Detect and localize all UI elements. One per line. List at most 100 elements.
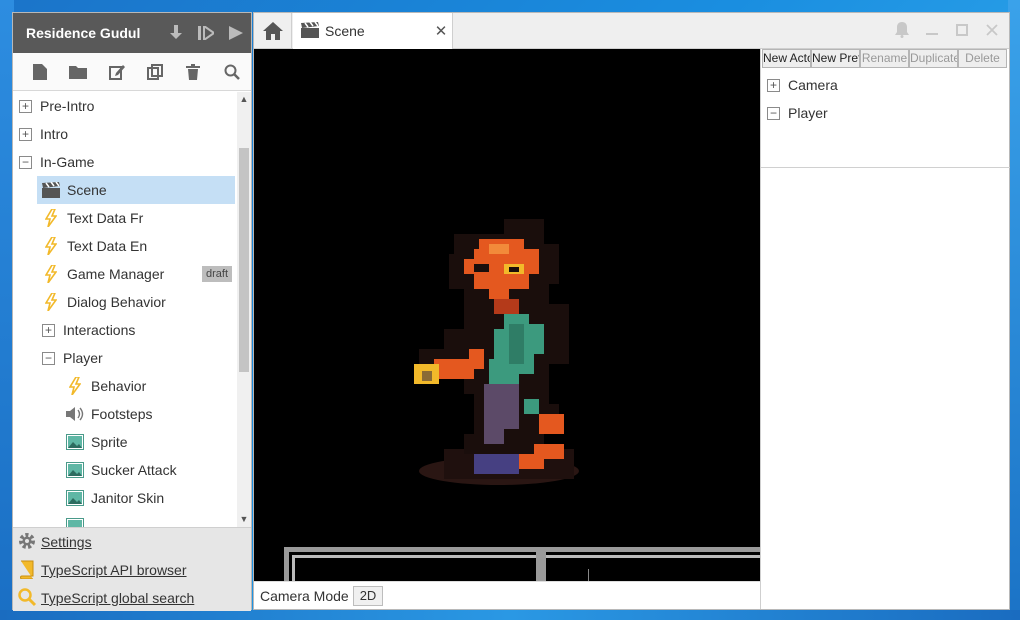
new-asset-icon[interactable] xyxy=(21,56,59,88)
trash-icon[interactable] xyxy=(174,56,212,88)
new-actor-button[interactable]: New Actor xyxy=(762,49,811,68)
image-icon xyxy=(65,460,85,480)
global-search-link[interactable]: TypeScript global search xyxy=(13,584,251,612)
expand-icon[interactable]: + xyxy=(19,127,32,141)
tab-scene[interactable]: Scene ✕ xyxy=(293,13,453,49)
minimize-icon[interactable] xyxy=(921,19,943,41)
player-sprite xyxy=(414,219,579,485)
scene-hierarchy: New Actor New Prefab Rename Duplicate De… xyxy=(760,49,1010,609)
image-icon xyxy=(65,488,85,508)
scroll-up-icon[interactable]: ▲ xyxy=(239,94,249,108)
tree-item-behavior[interactable]: Behavior xyxy=(13,372,253,400)
new-prefab-button[interactable]: New Prefab xyxy=(811,49,860,68)
global-search-label[interactable]: TypeScript global search xyxy=(41,590,194,606)
scroll-down-icon[interactable]: ▼ xyxy=(239,514,249,528)
step-run-icon[interactable] xyxy=(191,13,221,53)
tree-item-partial[interactable] xyxy=(13,512,253,528)
camera-frame-inner xyxy=(292,555,760,581)
delete-button[interactable]: Delete xyxy=(958,49,1007,68)
gear-icon xyxy=(17,531,37,554)
api-browser-link[interactable]: TypeScript API browser xyxy=(13,556,251,584)
asset-tree: + Pre-Intro + Intro − In-Game Scene Text… xyxy=(13,92,253,528)
tree-item-label: Sucker Attack xyxy=(91,462,177,478)
api-browser-label[interactable]: TypeScript API browser xyxy=(41,562,187,578)
project-title: Residence Gudul xyxy=(26,25,141,41)
actor-camera[interactable]: + Camera xyxy=(761,71,1009,99)
book-icon xyxy=(17,559,37,582)
new-folder-icon[interactable] xyxy=(59,56,97,88)
search-icon[interactable] xyxy=(213,56,251,88)
project-toolbar xyxy=(13,53,251,91)
actor-player[interactable]: − Player xyxy=(761,99,1009,127)
tree-item-label: Game Manager xyxy=(67,266,165,282)
settings-link-label[interactable]: Settings xyxy=(41,534,92,550)
settings-link[interactable]: Settings xyxy=(13,528,251,556)
tree-item-label: Sprite xyxy=(91,434,128,450)
lightning-icon xyxy=(41,264,61,284)
scene-viewport[interactable] xyxy=(254,49,760,581)
lightning-icon xyxy=(41,236,61,256)
tree-item-pre-intro[interactable]: + Pre-Intro xyxy=(13,92,253,120)
lightning-icon xyxy=(41,292,61,312)
bell-icon[interactable] xyxy=(891,19,913,41)
magnifier-icon xyxy=(17,587,37,610)
tree-item-in-game[interactable]: − In-Game xyxy=(13,148,253,176)
rename-icon[interactable] xyxy=(98,56,136,88)
expand-icon[interactable]: + xyxy=(767,78,780,92)
camera-center-marker xyxy=(536,547,546,581)
hierarchy-toolbar: New Actor New Prefab Rename Duplicate De… xyxy=(761,49,1009,69)
bottom-links: Settings TypeScript API browser TypeScri… xyxy=(13,527,251,611)
tree-item-footsteps[interactable]: Footsteps xyxy=(13,400,253,428)
tree-item-label: Footsteps xyxy=(91,406,153,422)
duplicate-icon[interactable] xyxy=(136,56,174,88)
actor-tree: + Camera − Player xyxy=(761,69,1009,127)
close-window-icon[interactable] xyxy=(981,19,1003,41)
tree-item-text-data-fr[interactable]: Text Data Fr xyxy=(13,204,253,232)
run-icon[interactable] xyxy=(221,13,251,53)
tree-item-label: Text Data Fr xyxy=(67,210,144,226)
tree-item-intro[interactable]: + Intro xyxy=(13,120,253,148)
camera-mode-button[interactable]: 2D xyxy=(352,585,384,606)
tree-item-label: Dialog Behavior xyxy=(67,294,166,310)
tree-item-label: Intro xyxy=(40,126,69,142)
draft-badge: draft xyxy=(202,266,233,282)
maximize-icon[interactable] xyxy=(951,19,973,41)
collapse-icon[interactable]: − xyxy=(42,351,55,365)
collapse-icon[interactable]: − xyxy=(19,155,32,169)
camera-mode-label: Camera Mode xyxy=(260,587,349,604)
scroll-thumb[interactable] xyxy=(239,148,249,372)
collapse-icon[interactable]: − xyxy=(767,106,780,120)
tree-item-label: Interactions xyxy=(63,322,136,338)
scene-clapper-icon xyxy=(301,21,319,41)
tab-scene-label: Scene xyxy=(325,23,365,39)
camera-tick xyxy=(588,569,589,581)
tree-item-player[interactable]: − Player xyxy=(13,344,253,372)
tree-scrollbar[interactable]: ▲ ▼ xyxy=(237,92,251,528)
expand-icon[interactable]: + xyxy=(42,323,55,337)
tab-bar: Scene ✕ xyxy=(254,13,1009,49)
rename-button[interactable]: Rename xyxy=(860,49,909,68)
image-icon xyxy=(65,432,85,452)
project-panel: Residence Gudul + Pre-Intro + Intro − In… xyxy=(12,12,253,611)
tree-item-scene[interactable]: Scene xyxy=(37,176,235,204)
speaker-icon xyxy=(65,404,85,424)
home-tab[interactable] xyxy=(254,13,292,49)
tree-item-text-data-en[interactable]: Text Data En xyxy=(13,232,253,260)
close-tab-icon[interactable]: ✕ xyxy=(430,22,452,40)
tree-item-label: Scene xyxy=(67,182,107,198)
camera-mode-bar: Camera Mode 2D xyxy=(254,581,760,609)
tree-item-sprite[interactable]: Sprite xyxy=(13,428,253,456)
tree-item-label: Pre-Intro xyxy=(40,98,95,114)
download-icon[interactable] xyxy=(161,13,191,53)
lightning-icon xyxy=(41,208,61,228)
duplicate-button[interactable]: Duplicate xyxy=(909,49,958,68)
editor-area: Scene ✕ Camera Mode 2D New Act New Pre R… xyxy=(253,12,1010,610)
expand-icon[interactable]: + xyxy=(19,99,32,113)
tree-item-sucker-attack[interactable]: Sucker Attack xyxy=(13,456,253,484)
tree-item-label: Text Data En xyxy=(67,238,148,254)
tree-item-label: Janitor Skin xyxy=(91,490,165,506)
tree-item-dialog-behavior[interactable]: Dialog Behavior xyxy=(13,288,253,316)
tree-item-janitor-skin[interactable]: Janitor Skin xyxy=(13,484,253,512)
tree-item-game-manager[interactable]: Game Manager draft xyxy=(13,260,253,288)
tree-item-interactions[interactable]: + Interactions xyxy=(13,316,253,344)
